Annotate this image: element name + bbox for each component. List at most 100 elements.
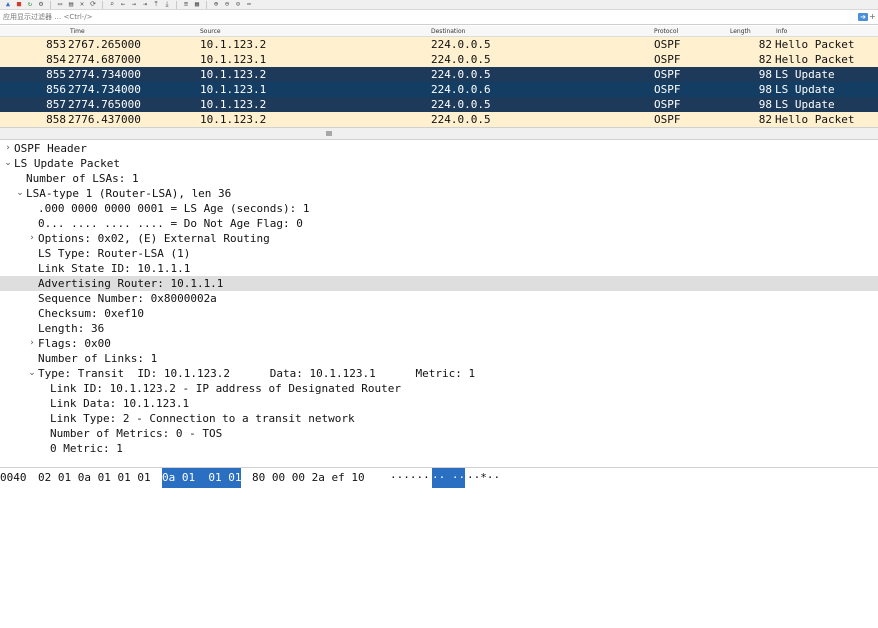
options-icon[interactable]: ⚙ xyxy=(37,1,45,8)
detail-tree-item[interactable]: Link ID: 10.1.123.2 - IP address of Desi… xyxy=(0,381,878,396)
detail-tree-item[interactable]: Number of LSAs: 1 xyxy=(0,171,878,186)
packet-protocol: OSPF xyxy=(654,83,681,96)
detail-field-text: Link ID: 10.1.123.2 - IP address of Desi… xyxy=(50,382,401,395)
detail-tree-item[interactable]: Link Data: 10.1.123.1 xyxy=(0,396,878,411)
zoom-normal-icon[interactable]: ⊙ xyxy=(234,1,242,8)
packet-bytes-pane: 0040 02 01 0a 01 01 01 0a 01 01 01 80 00… xyxy=(0,467,878,488)
packet-row[interactable]: 857 2774.765000 10.1.123.2 224.0.0.5 OSPF 98 L… xyxy=(0,97,878,112)
column-header-destination[interactable]: Destination xyxy=(431,28,465,35)
detail-tree-item[interactable]: ⌄ LSA-type 1 (Router-LSA), len 36 xyxy=(0,186,878,201)
autoscroll-icon[interactable]: ≡ xyxy=(182,1,190,8)
packet-source: 10.1.123.1 xyxy=(200,83,267,96)
collapse-chevron-right-icon[interactable]: › xyxy=(28,231,36,246)
zoom-out-icon[interactable]: ⊖ xyxy=(223,1,231,8)
packet-info: LS Update xyxy=(775,83,835,96)
detail-field-text: Length: 36 xyxy=(38,322,105,335)
packet-length: 82 xyxy=(758,113,772,126)
first-icon[interactable]: ⤒ xyxy=(152,1,160,8)
packet-time: 2767.265000 xyxy=(68,38,141,51)
detail-field-text: Link Type: 2 - Connection to a transit n… xyxy=(50,412,355,425)
packet-protocol: OSPF xyxy=(654,53,681,66)
detail-tree-item[interactable]: Sequence Number: 0x8000002a xyxy=(0,291,878,306)
find-icon[interactable]: ⌕ xyxy=(108,1,116,8)
detail-tree-item[interactable]: Length: 36 xyxy=(0,321,878,336)
shark-fin-icon[interactable]: ▲ xyxy=(4,1,12,8)
apply-filter-arrow-icon[interactable]: ➜ xyxy=(858,13,868,21)
packet-row[interactable]: 853 2767.265000 10.1.123.2 224.0.0.5 OSPF 82 H… xyxy=(0,37,878,52)
close-file-icon[interactable]: ✕ xyxy=(78,1,86,8)
detail-tree-item[interactable]: ⌄ LS Update Packet xyxy=(0,156,878,171)
packet-destination: 224.0.0.5 xyxy=(431,98,491,111)
packet-list: 853 2767.265000 10.1.123.2 224.0.0.5 OSPF 82 H… xyxy=(0,37,878,127)
toolbar-separator xyxy=(176,0,177,9)
detail-tree-item[interactable]: Checksum: 0xef10 xyxy=(0,306,878,321)
detail-field-text: 0... .... .... .... = Do Not Age Flag: 0 xyxy=(38,217,303,230)
stop-icon[interactable]: ■ xyxy=(15,1,23,8)
display-filter-bar: 应用显示过滤器 … <Ctrl-/> ➜ + xyxy=(0,11,878,25)
detail-field-text: OSPF Header xyxy=(14,142,87,155)
packet-source: 10.1.123.1 xyxy=(200,53,267,66)
packet-destination: 224.0.0.5 xyxy=(431,38,491,51)
packet-row[interactable]: 854 2774.687000 10.1.123.1 224.0.0.5 OSPF 82 H… xyxy=(0,52,878,67)
detail-tree-item[interactable]: Link Type: 2 - Connection to a transit n… xyxy=(0,411,878,426)
expand-chevron-down-icon[interactable]: ⌄ xyxy=(4,156,12,171)
open-icon[interactable]: ▭ xyxy=(56,1,64,8)
detail-tree-item[interactable]: Link State ID: 10.1.1.1 xyxy=(0,261,878,276)
detail-tree-item[interactable]: Number of Metrics: 0 - TOS xyxy=(0,426,878,441)
restart-icon[interactable]: ↻ xyxy=(26,1,34,8)
column-header-source[interactable]: Source xyxy=(200,28,221,35)
detail-tree-item[interactable]: › OSPF Header xyxy=(0,141,878,156)
save-icon[interactable]: ▤ xyxy=(67,1,75,8)
collapse-chevron-right-icon[interactable]: › xyxy=(28,336,36,351)
column-header-length[interactable]: Length xyxy=(730,28,751,35)
display-filter-input[interactable]: 应用显示过滤器 … <Ctrl-/> xyxy=(0,11,858,24)
detail-field-text: .000 0000 0000 0001 = LS Age (seconds): … xyxy=(38,202,310,215)
collapse-chevron-right-icon[interactable]: › xyxy=(4,141,12,156)
detail-field-text: Type: Transit ID: 10.1.123.2 Data: 10.1.… xyxy=(38,367,476,380)
detail-tree-item[interactable]: 0 Metric: 1 xyxy=(0,441,878,456)
pane-splitter[interactable] xyxy=(0,127,878,140)
packet-time: 2774.765000 xyxy=(68,98,141,111)
detail-tree-item[interactable]: Advertising Router: 10.1.1.1 xyxy=(0,276,878,291)
detail-tree-item[interactable]: › Options: 0x02, (E) External Routing xyxy=(0,231,878,246)
packet-length: 82 xyxy=(758,38,772,51)
go-forward-icon[interactable]: → xyxy=(130,1,138,8)
detail-tree-item[interactable]: .000 0000 0000 0001 = LS Age (seconds): … xyxy=(0,201,878,216)
packet-length: 98 xyxy=(758,68,772,81)
column-header-info[interactable]: Info xyxy=(776,28,787,35)
detail-tree-item[interactable]: ⌄ Type: Transit ID: 10.1.123.2 Data: 10.1… xyxy=(0,366,878,381)
bytes-offset: 0040 xyxy=(0,471,27,484)
detail-tree-item[interactable]: 0... .... .... .... = Do Not Age Flag: 0 xyxy=(0,216,878,231)
bytes-hex-selected[interactable]: 0a 01 01 01 xyxy=(162,468,242,488)
detail-field-text: Number of LSAs: 1 xyxy=(26,172,139,185)
packet-row[interactable]: 858 2776.437000 10.1.123.2 224.0.0.5 OSPF 82 H… xyxy=(0,112,878,127)
packet-row[interactable]: 856 2774.734000 10.1.123.1 224.0.0.6 OSPF 98 L… xyxy=(0,82,878,97)
packet-info: Hello Packet xyxy=(775,38,855,51)
last-icon[interactable]: ⤓ xyxy=(163,1,171,8)
bytes-hex[interactable]: 02 01 0a 01 01 01 xyxy=(38,468,151,488)
bytes-ascii[interactable]: ··*·· xyxy=(467,468,500,488)
detail-tree-item[interactable]: › Flags: 0x00 xyxy=(0,336,878,351)
column-header-protocol[interactable]: Protocol xyxy=(654,28,678,35)
colorize-icon[interactable]: ▦ xyxy=(193,1,201,8)
bytes-ascii-selected[interactable]: ·· ·· xyxy=(432,468,466,488)
column-header-time[interactable]: Time xyxy=(70,28,85,35)
reload-icon[interactable]: ⟳ xyxy=(89,1,97,8)
splitter-grip-icon[interactable] xyxy=(326,131,332,136)
go-to-icon[interactable]: ⇥ xyxy=(141,1,149,8)
expand-chevron-down-icon[interactable]: ⌄ xyxy=(16,186,24,201)
detail-field-text: Checksum: 0xef10 xyxy=(38,307,144,320)
add-filter-button-icon[interactable]: + xyxy=(869,13,877,21)
packet-time: 2774.734000 xyxy=(68,68,141,81)
packet-details-tree: › OSPF Header ⌄ LS Update Packet Number of L… xyxy=(0,141,878,456)
expand-chevron-down-icon[interactable]: ⌄ xyxy=(28,366,36,381)
bytes-hex[interactable]: 80 00 00 2a ef 10 xyxy=(252,468,365,488)
resize-columns-icon[interactable]: ⇔ xyxy=(245,1,253,8)
detail-tree-item[interactable]: Number of Links: 1 xyxy=(0,351,878,366)
detail-tree-item[interactable]: LS Type: Router-LSA (1) xyxy=(0,246,878,261)
packet-info: Hello Packet xyxy=(775,113,855,126)
zoom-in-icon[interactable]: ⊕ xyxy=(212,1,220,8)
go-back-icon[interactable]: ← xyxy=(119,1,127,8)
bytes-ascii[interactable]: ······ xyxy=(390,468,430,488)
packet-row[interactable]: 855 2774.734000 10.1.123.2 224.0.0.5 OSPF 98 L… xyxy=(0,67,878,82)
